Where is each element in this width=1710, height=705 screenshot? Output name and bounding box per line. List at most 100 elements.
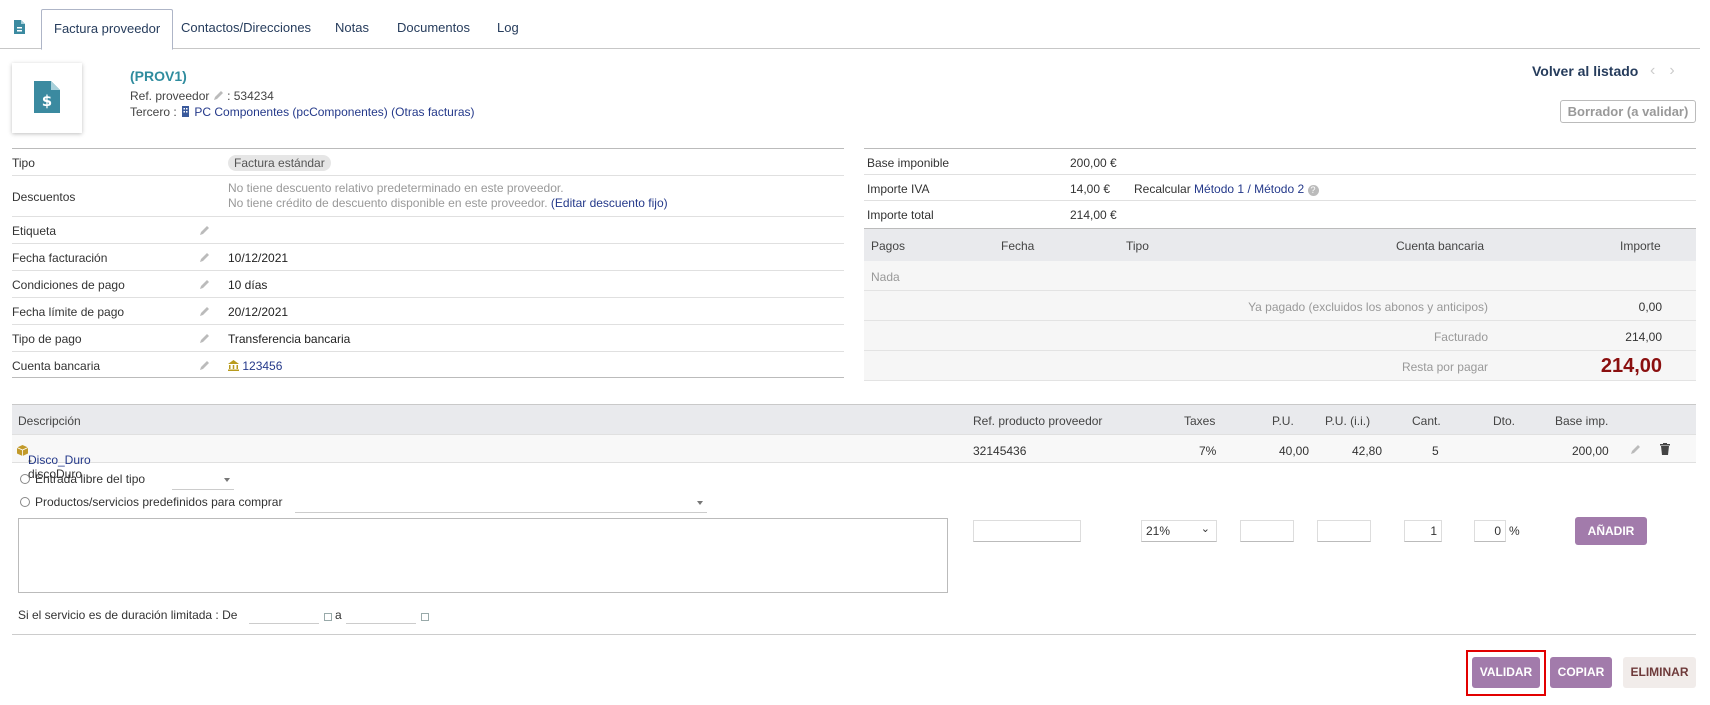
status-badge: Borrador (a validar) bbox=[1560, 100, 1696, 123]
col-dto: Dto. bbox=[1493, 414, 1516, 428]
edit-icon[interactable] bbox=[199, 333, 210, 344]
field-label: Descuentos bbox=[12, 190, 76, 204]
remaining-row: Resta por pagar 214,00 bbox=[864, 351, 1696, 381]
invoice-thumbnail: $ bbox=[12, 63, 82, 133]
col-importe: Importe bbox=[1620, 239, 1661, 253]
method-2-link[interactable]: Método 2 bbox=[1254, 182, 1304, 196]
field-descuentos: Descuentos No tiene descuento relativo p… bbox=[12, 175, 844, 216]
tab-factura-proveedor[interactable]: Factura proveedor bbox=[41, 9, 174, 50]
tab-notas[interactable]: Notas bbox=[323, 9, 381, 49]
chevron-down-icon: ⌄ bbox=[1200, 523, 1210, 535]
field-label: Etiqueta bbox=[12, 224, 57, 238]
amount-value: 14,00 € bbox=[1070, 182, 1111, 196]
line-tax: 7% bbox=[1199, 444, 1217, 458]
product-box-icon bbox=[17, 445, 28, 456]
line-description-textarea[interactable] bbox=[18, 518, 948, 593]
other-invoices-link[interactable]: (Otras facturas) bbox=[391, 105, 474, 119]
add-line-button[interactable]: Añadir bbox=[1575, 517, 1647, 545]
field-label: Fecha límite de pago bbox=[12, 305, 125, 319]
delete-button[interactable]: Eliminar bbox=[1623, 657, 1696, 688]
field-label: Tipo de pago bbox=[12, 332, 82, 346]
line-pu: 40,00 bbox=[1279, 444, 1310, 458]
discount-line-2: No tiene crédito de descuento disponible… bbox=[228, 196, 548, 210]
service-start-date[interactable] bbox=[249, 606, 319, 624]
service-end-date[interactable] bbox=[346, 606, 416, 624]
unit-price-input[interactable] bbox=[1240, 520, 1294, 542]
amount-label: Importe IVA bbox=[867, 182, 930, 196]
edit-icon[interactable] bbox=[199, 252, 210, 263]
discount-input[interactable]: 0 bbox=[1474, 520, 1506, 542]
help-icon[interactable]: ? bbox=[1307, 185, 1319, 196]
paid-label: Ya pagado (excluidos los abonos y antici… bbox=[1248, 300, 1488, 314]
bank-icon bbox=[228, 360, 239, 371]
paid-value: 0,00 bbox=[1638, 300, 1662, 314]
field-value: 10 días bbox=[228, 278, 268, 292]
importe-total-row: Importe total 214,00 € bbox=[864, 200, 1696, 226]
predefined-radio[interactable] bbox=[20, 497, 30, 507]
free-entry-type-select[interactable] bbox=[172, 472, 234, 490]
tab-log[interactable]: Log bbox=[485, 9, 531, 49]
service-duration-label: Si el servicio es de duración limitada :… bbox=[18, 608, 238, 622]
line-base: 200,00 bbox=[1572, 444, 1609, 458]
edit-line-icon[interactable] bbox=[1630, 444, 1641, 455]
edit-icon[interactable] bbox=[199, 225, 210, 236]
table-row: Disco_Duro - discoDuro 32145436 7% 40,00… bbox=[12, 434, 1696, 481]
back-to-list-link[interactable]: Volver al listado bbox=[1532, 63, 1638, 79]
calendar-icon[interactable] bbox=[324, 613, 332, 621]
quantity-input[interactable]: 1 bbox=[1404, 520, 1442, 542]
supplier-ref-value: : 534234 bbox=[227, 89, 274, 103]
next-arrow-icon[interactable]: › bbox=[1669, 62, 1688, 79]
base-imponible-row: Base imponible 200,00 € bbox=[864, 148, 1696, 174]
col-pu: P.U. bbox=[1272, 414, 1294, 428]
importe-iva-row: Importe IVA 14,00 € Recalcular Método 1 … bbox=[864, 174, 1696, 200]
free-entry-option[interactable]: Entrada libre del tipo bbox=[20, 472, 145, 486]
col-fecha: Fecha bbox=[1001, 239, 1035, 253]
new-line-form: Entrada libre del tipo Productos/servici… bbox=[12, 463, 1696, 635]
invoice-icon bbox=[14, 20, 25, 34]
predefined-product-select[interactable] bbox=[295, 495, 707, 513]
calendar-icon[interactable] bbox=[421, 613, 429, 621]
record-nav: ‹› bbox=[1650, 62, 1689, 80]
method-1-link[interactable]: Método 1 bbox=[1194, 182, 1244, 196]
free-entry-radio[interactable] bbox=[20, 474, 30, 484]
edit-icon[interactable] bbox=[199, 279, 210, 290]
field-tipo: Tipo Factura estándar bbox=[12, 148, 844, 175]
unit-price-ii-input[interactable] bbox=[1317, 520, 1371, 542]
third-party-link[interactable]: PC Componentes (pcComponentes) bbox=[194, 105, 387, 119]
highlight-box bbox=[1466, 650, 1546, 696]
tab-contactos[interactable]: Contactos/Direcciones bbox=[169, 9, 323, 49]
prev-arrow-icon[interactable]: ‹ bbox=[1650, 62, 1669, 79]
invoice-lines: Descripción Ref. producto proveedor Taxe… bbox=[12, 404, 1696, 481]
method-separator: / bbox=[1247, 182, 1251, 196]
remaining-value: 214,00 bbox=[1600, 355, 1662, 377]
edit-discount-link[interactable]: (Editar descuento fijo) bbox=[551, 196, 668, 210]
amount-value: 214,00 € bbox=[1070, 208, 1117, 222]
supplier-product-ref-input[interactable] bbox=[973, 520, 1081, 542]
predefined-option[interactable]: Productos/servicios predefinidos para co… bbox=[20, 495, 282, 509]
amount-label: Importe total bbox=[867, 208, 934, 222]
delete-line-icon[interactable] bbox=[1660, 443, 1670, 455]
tab-documentos[interactable]: Documentos bbox=[385, 9, 482, 49]
invoiced-value: 214,00 bbox=[1625, 330, 1662, 344]
service-duration: Si el servicio es de duración limitada :… bbox=[18, 608, 237, 622]
edit-icon[interactable] bbox=[199, 360, 210, 371]
payments-none: Nada bbox=[871, 270, 900, 284]
predefined-label: Productos/servicios predefinidos para co… bbox=[35, 495, 283, 509]
col-ref-producto: Ref. producto proveedor bbox=[973, 414, 1103, 428]
line-ref: 32145436 bbox=[973, 444, 1027, 458]
vat-rate-select[interactable]: 21% ⌄ bbox=[1141, 520, 1217, 542]
chevron-down-icon bbox=[697, 501, 703, 505]
copy-button[interactable]: Copiar bbox=[1550, 657, 1612, 688]
field-label: Tipo bbox=[12, 156, 35, 170]
field-cuenta-bancaria: Cuenta bancaria 123456 bbox=[12, 351, 844, 378]
col-pagos: Pagos bbox=[871, 239, 906, 253]
payments-empty-row: Nada bbox=[864, 261, 1696, 291]
edit-icon[interactable] bbox=[199, 306, 210, 317]
field-label: Cuenta bancaria bbox=[12, 359, 101, 373]
col-descripcion: Descripción bbox=[18, 414, 81, 428]
line-description: Disco_Duro - discoDuro bbox=[17, 444, 91, 481]
svg-text:$: $ bbox=[42, 92, 52, 110]
col-tipo: Tipo bbox=[1126, 239, 1149, 253]
edit-icon[interactable] bbox=[213, 90, 224, 101]
bank-account-link[interactable]: 123456 bbox=[242, 359, 282, 373]
